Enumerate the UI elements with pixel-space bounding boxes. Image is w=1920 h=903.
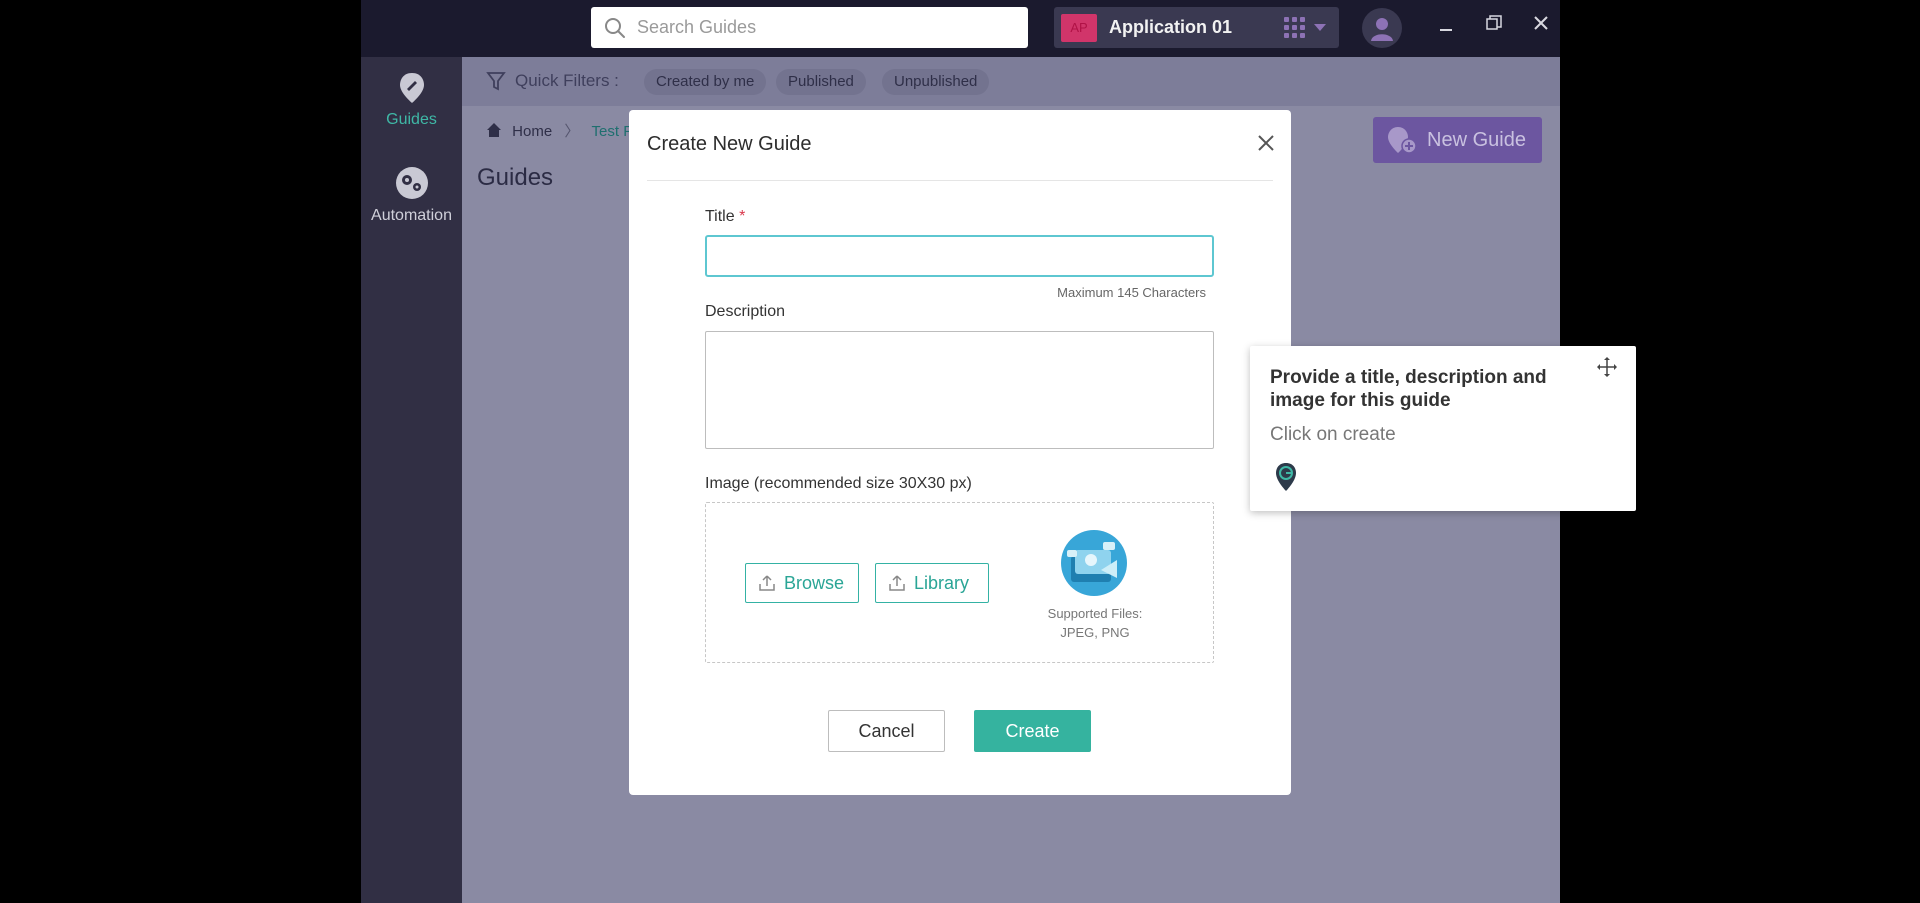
upload-icon bbox=[759, 575, 775, 591]
dialog-title: Create New Guide bbox=[647, 133, 812, 155]
title-label: Title * bbox=[705, 208, 745, 226]
chevron-down-icon[interactable] bbox=[1314, 24, 1326, 31]
create-button[interactable]: Create bbox=[974, 710, 1091, 752]
user-icon bbox=[1371, 18, 1393, 41]
new-guide-label: New Guide bbox=[1427, 128, 1526, 151]
home-icon bbox=[487, 123, 501, 137]
upload-icon bbox=[889, 575, 905, 591]
tooltip-subtitle: Click on create bbox=[1270, 424, 1396, 445]
new-guide-icon bbox=[1388, 127, 1417, 154]
minimize-icon[interactable] bbox=[1439, 14, 1453, 37]
application-selector[interactable]: AP Application 01 bbox=[1054, 7, 1339, 48]
guides-icon bbox=[399, 73, 424, 103]
image-label: Image (recommended size 30X30 px) bbox=[705, 475, 972, 492]
filter-icon bbox=[486, 72, 506, 91]
supported-files-line2: JPEG, PNG bbox=[1060, 625, 1130, 640]
search-box[interactable] bbox=[591, 7, 1028, 48]
required-mark: * bbox=[739, 208, 746, 225]
sidebar-item-guides[interactable]: Guides bbox=[361, 71, 462, 129]
guide-logo-icon bbox=[1276, 463, 1296, 491]
filter-chip-unpublished[interactable]: Unpublished bbox=[882, 69, 990, 95]
browse-button[interactable]: Browse bbox=[745, 563, 859, 603]
dialog-divider bbox=[647, 180, 1273, 181]
quick-filters-label: Quick Filters : bbox=[515, 71, 619, 90]
description-label: Description bbox=[705, 303, 786, 320]
app-name: Application 01 bbox=[1109, 17, 1233, 37]
breadcrumb-home[interactable]: Home bbox=[512, 123, 552, 140]
automation-icon bbox=[395, 167, 428, 199]
apps-grid-icon[interactable] bbox=[1284, 17, 1305, 38]
supported-files-line1: Supported Files: bbox=[1047, 606, 1143, 621]
new-guide-button[interactable]: New Guide bbox=[1373, 117, 1542, 163]
search-icon bbox=[605, 17, 625, 38]
guide-step-tooltip: Provide a title, description and image f… bbox=[1250, 346, 1636, 511]
search-input[interactable] bbox=[637, 17, 1028, 38]
create-guide-dialog: Create New Guide Title * Maximum 145 Cha… bbox=[629, 110, 1291, 795]
title-input[interactable] bbox=[705, 235, 1214, 277]
library-label: Library bbox=[914, 572, 970, 593]
upload-illustration-icon bbox=[1061, 530, 1127, 596]
restore-icon[interactable] bbox=[1486, 14, 1502, 37]
sidebar-item-automation[interactable]: Automation bbox=[361, 165, 462, 225]
title-label-text: Title bbox=[705, 208, 735, 225]
close-icon[interactable] bbox=[1255, 132, 1277, 154]
user-avatar[interactable] bbox=[1362, 8, 1402, 48]
sidebar-item-label: Automation bbox=[371, 207, 452, 224]
breadcrumb: Home 〉 Test Fo bbox=[486, 120, 641, 141]
supported-files-text: Supported Files: JPEG, PNG bbox=[1036, 604, 1154, 642]
description-input[interactable] bbox=[705, 331, 1214, 449]
tooltip-title: Provide a title, description and image f… bbox=[1270, 367, 1547, 411]
title-char-limit-hint: Maximum 145 Characters bbox=[1057, 285, 1206, 300]
page-title: Guides bbox=[477, 164, 554, 191]
sidebar-item-label: Guides bbox=[386, 111, 437, 128]
window-close-icon[interactable] bbox=[1533, 14, 1549, 37]
image-dropzone[interactable]: Browse Library Supported Files: JPEG, PN… bbox=[705, 502, 1214, 663]
filter-chip-published[interactable]: Published bbox=[776, 69, 866, 95]
move-icon[interactable] bbox=[1596, 356, 1618, 378]
library-button[interactable]: Library bbox=[875, 563, 989, 603]
sidebar: Guides Automation bbox=[361, 57, 462, 903]
browse-label: Browse bbox=[784, 572, 845, 593]
cancel-button[interactable]: Cancel bbox=[828, 710, 945, 752]
app-badge: AP bbox=[1061, 13, 1097, 42]
chevron-right-icon: 〉 bbox=[564, 123, 580, 140]
top-bar: AP Application 01 bbox=[361, 0, 1560, 57]
filter-chip-created-by-me[interactable]: Created by me bbox=[644, 69, 767, 95]
quick-filter-bar: Quick Filters : Created by me Published … bbox=[462, 57, 1560, 106]
